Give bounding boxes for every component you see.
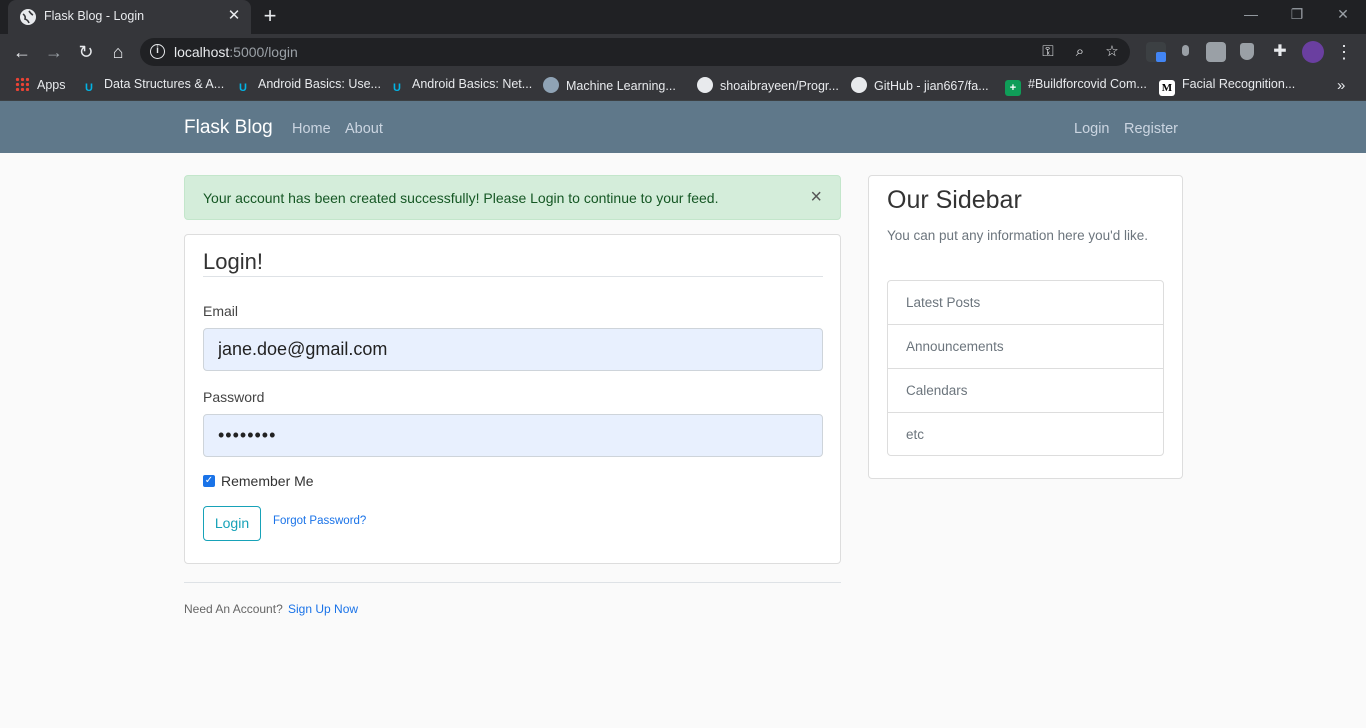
bookmark-item[interactable]: GitHub - jian667/fa... <box>851 77 989 95</box>
browser-toolbar: ← → ↻ ⌂ i localhost:5000/login ⚿ ⌕ ☆ ✚ ⋮ <box>0 34 1366 70</box>
alert-message: Your account has been created successful… <box>203 190 719 206</box>
bookmark-item[interactable]: U Android Basics: Net... <box>389 77 532 95</box>
email-label: Email <box>203 303 239 319</box>
bookmark-item[interactable]: + #Buildforcovid Com... <box>1005 77 1147 96</box>
profile-avatar[interactable] <box>1302 41 1324 63</box>
extension-mic-icon[interactable] <box>1176 42 1196 62</box>
extension-shield-icon[interactable] <box>1237 42 1257 62</box>
nav-register[interactable]: Register <box>1124 121 1178 137</box>
minimize-icon[interactable]: — <box>1228 0 1274 30</box>
extension-eyedropper-icon[interactable] <box>1146 42 1166 62</box>
tab-title: Flask Blog - Login <box>44 9 145 23</box>
signup-link[interactable]: Sign Up Now <box>288 602 358 616</box>
site-navbar: Flask Blog Home About Login Register <box>0 101 1366 153</box>
footer-divider <box>184 582 841 583</box>
bookmarks-bar: Apps U Data Structures & A... U Android Ba… <box>0 70 1366 101</box>
need-account-text: Need An Account? <box>184 602 283 616</box>
brain-icon <box>543 77 559 93</box>
apps-grid-icon <box>15 77 29 91</box>
nav-about[interactable]: About <box>345 121 383 137</box>
password-label: Password <box>203 389 265 405</box>
remember-label[interactable]: Remember Me <box>221 473 314 489</box>
bookmark-item[interactable]: U Android Basics: Use... <box>235 77 381 95</box>
sidebar-card: Our Sidebar You can put any information … <box>868 175 1183 479</box>
close-tab-icon[interactable]: ✕ <box>225 7 243 25</box>
sidebar-list: Latest Posts Announcements Calendars etc <box>887 280 1164 456</box>
restore-icon[interactable]: ❐ <box>1274 0 1320 30</box>
udacity-icon: U <box>239 82 247 94</box>
extensions-puzzle-icon[interactable]: ✚ <box>1270 42 1290 62</box>
globe-icon <box>20 9 36 25</box>
sidebar-title: Our Sidebar <box>887 186 1022 214</box>
success-alert: Your account has been created successful… <box>184 175 841 220</box>
email-field[interactable] <box>203 328 823 371</box>
password-value: •••••••• <box>218 425 277 445</box>
close-alert-icon[interactable]: × <box>810 187 822 207</box>
bookmarks-overflow-icon[interactable]: » <box>1337 77 1345 95</box>
nav-home[interactable]: Home <box>292 121 331 137</box>
star-icon[interactable]: ☆ <box>1102 42 1122 62</box>
key-icon[interactable]: ⚿ <box>1038 42 1058 62</box>
forgot-password-link[interactable]: Forgot Password? <box>273 515 366 527</box>
bookmark-item[interactable]: M Facial Recognition... <box>1159 77 1295 96</box>
reload-icon[interactable]: ↻ <box>74 40 98 64</box>
zoom-icon[interactable]: ⌕ <box>1070 42 1090 62</box>
back-icon[interactable]: ← <box>10 40 34 64</box>
login-form-card: Login! Email Password •••••••• ✓ Remembe… <box>184 234 841 564</box>
udacity-icon: U <box>85 82 93 94</box>
github-icon <box>697 77 713 93</box>
github-icon <box>851 77 867 93</box>
sidebar-item-etc[interactable]: etc <box>888 413 1163 455</box>
sidebar-item-latest-posts[interactable]: Latest Posts <box>888 281 1163 325</box>
login-button[interactable]: Login <box>203 506 261 541</box>
udacity-icon: U <box>393 82 401 94</box>
new-tab-icon[interactable]: + <box>258 5 282 29</box>
sidebar-description: You can put any information here you'd l… <box>887 228 1148 243</box>
nav-login[interactable]: Login <box>1074 121 1109 137</box>
forward-icon[interactable]: → <box>42 40 66 64</box>
bookmark-item[interactable]: Machine Learning... <box>543 77 676 95</box>
medium-icon: M <box>1159 80 1175 96</box>
window-close-icon[interactable]: ✕ <box>1320 0 1366 30</box>
bookmark-item[interactable]: shoaibrayeen/Progr... <box>697 77 839 95</box>
menu-kebab-icon[interactable]: ⋮ <box>1332 40 1356 64</box>
bookmark-item[interactable]: U Data Structures & A... <box>81 77 224 95</box>
remember-checkbox[interactable]: ✓ <box>203 475 215 487</box>
browser-tab[interactable]: Flask Blog - Login ✕ <box>8 0 251 34</box>
address-bar[interactable]: i localhost:5000/login ⚿ ⌕ ☆ <box>140 38 1130 66</box>
password-field[interactable]: •••••••• <box>203 414 823 457</box>
bookmark-apps[interactable]: Apps <box>15 77 66 95</box>
brand-link[interactable]: Flask Blog <box>184 117 273 139</box>
sidebar-item-calendars[interactable]: Calendars <box>888 369 1163 413</box>
plus-flag-icon: + <box>1005 80 1021 96</box>
url-text: localhost:5000/login <box>174 44 298 60</box>
home-icon[interactable]: ⌂ <box>106 40 130 64</box>
form-legend: Login! <box>203 249 823 277</box>
site-info-icon[interactable]: i <box>150 44 165 59</box>
extension-puzzle-tile-icon[interactable] <box>1206 42 1226 62</box>
sidebar-item-announcements[interactable]: Announcements <box>888 325 1163 369</box>
tab-strip: Flask Blog - Login ✕ + — ❐ ✕ <box>0 0 1366 34</box>
